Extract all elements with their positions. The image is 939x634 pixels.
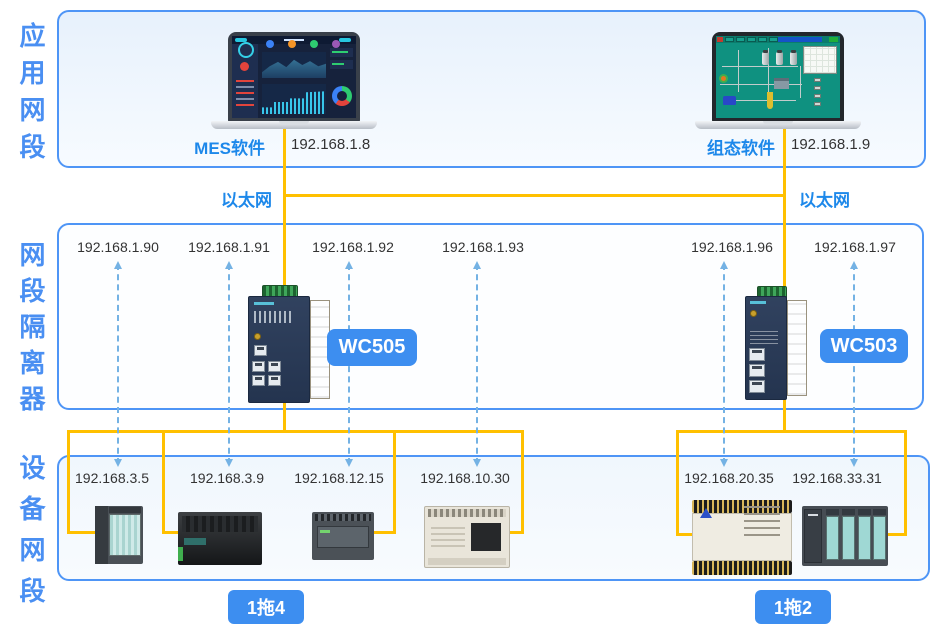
plc-ip-2: 192.168.3.9 (190, 470, 264, 486)
nat-mapping-arrow-2 (228, 264, 230, 464)
scada-ip-label: 192.168.1.9 (791, 136, 870, 153)
wc503-antenna-connector (750, 310, 757, 317)
wc503-side-panel (787, 300, 807, 396)
bus-drop-1 (67, 430, 70, 534)
isolator-port-ip-2: 192.168.1.91 (188, 239, 270, 255)
plc-device-4 (424, 506, 510, 568)
section-label-application: 应用网段 (17, 22, 45, 170)
nat-mapping-arrow-4 (476, 264, 478, 464)
wc503-device (742, 286, 810, 402)
plc-ip-6: 192.168.33.31 (792, 470, 882, 486)
plc-device-1 (95, 506, 143, 564)
bus-drop-3 (393, 430, 396, 534)
ethernet-line-horizontal (283, 194, 786, 197)
plc-device-6 (802, 506, 888, 566)
plc-device-3 (312, 512, 374, 560)
isolator-port-ip-1: 192.168.1.90 (77, 239, 159, 255)
mes-laptop-base (211, 121, 377, 129)
device-bus-left (67, 430, 524, 433)
bus-drop-4 (521, 430, 524, 534)
isolator-port-ip-4: 192.168.1.93 (442, 239, 524, 255)
bus-drop-6 (904, 430, 907, 536)
plc-device-5 (692, 500, 792, 575)
plc-device-2 (178, 512, 262, 565)
mes-software-label: MES软件 (180, 134, 265, 159)
isolator-port-ip-3: 192.168.1.92 (312, 239, 394, 255)
plc-ip-4: 192.168.10.30 (420, 470, 510, 486)
mes-dashboard-screen (232, 36, 356, 118)
tag-1-to-4: 1拖4 (228, 590, 304, 624)
tag-1-to-2: 1拖2 (755, 590, 831, 624)
nat-mapping-arrow-5 (723, 264, 725, 464)
bus-elbow-3 (373, 531, 396, 534)
ethernet-label-right: 以太网 (799, 186, 850, 211)
plc-ip-5: 192.168.20.35 (684, 470, 774, 486)
scada-laptop-base (695, 121, 861, 129)
section-label-isolator: 网段隔离器 (17, 241, 45, 421)
wc505-antenna-connector (254, 333, 261, 340)
wc505-device (246, 285, 334, 405)
bus-drop-2 (162, 430, 165, 534)
nat-mapping-arrow-6 (853, 264, 855, 464)
wc503-badge: WC503 (820, 329, 908, 363)
wc505-badge: WC505 (327, 329, 417, 366)
isolator-port-ip-6: 192.168.1.97 (814, 239, 896, 255)
scada-software-label: 组态软件 (690, 134, 775, 159)
bus-drop-5 (676, 430, 679, 536)
ethernet-label-left: 以太网 (190, 186, 272, 211)
network-topology-diagram: 应用网段 网段隔离器 设备网段 (0, 0, 939, 634)
mes-ip-label: 192.168.1.8 (291, 136, 370, 153)
section-label-device: 设备网段 (17, 454, 45, 618)
bus-elbow-6 (887, 533, 907, 536)
nat-mapping-arrow-1 (117, 264, 119, 464)
isolator-port-ip-5: 192.168.1.96 (691, 239, 773, 255)
plc-ip-3: 192.168.12.15 (294, 470, 384, 486)
plc-ip-1: 192.168.3.5 (75, 470, 149, 486)
device-bus-right (676, 430, 907, 433)
scada-hmi-screen (716, 36, 840, 118)
